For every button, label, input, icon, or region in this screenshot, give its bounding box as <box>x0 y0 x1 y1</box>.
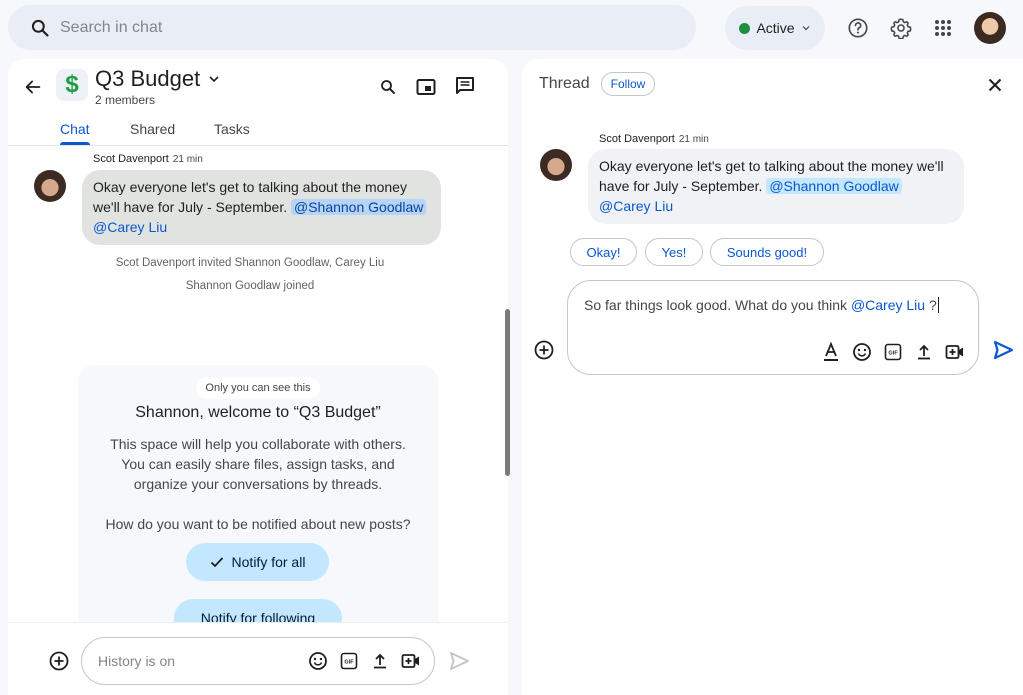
search-bar[interactable] <box>8 5 696 50</box>
thread-message-bubble[interactable]: Okay everyone let's get to talking about… <box>588 149 964 224</box>
picture-in-picture-icon[interactable] <box>414 75 438 99</box>
welcome-title: Shannon, welcome to “Q3 Budget” <box>135 404 381 421</box>
system-message-joined: Shannon Goodlaw joined <box>185 280 315 292</box>
reply-text: So far things look good. What do you thi… <box>584 297 848 313</box>
threads-icon[interactable] <box>453 74 477 98</box>
emoji-icon[interactable] <box>307 650 329 672</box>
message-list: Scot Davenport 21 min Okay everyone let's… <box>8 147 508 622</box>
message-header: Scot Davenport 21 min <box>599 133 709 145</box>
chat-scrollbar[interactable] <box>505 309 510 476</box>
upload-icon[interactable] <box>913 341 935 363</box>
welcome-body-line: You can easily share files, assign tasks… <box>121 456 395 472</box>
space-dollar-icon: $ <box>56 69 88 101</box>
message-header: Scot Davenport 21 min <box>93 153 203 165</box>
sender-avatar[interactable] <box>34 170 66 202</box>
sender-name: Scot Davenport <box>93 153 169 165</box>
emoji-icon[interactable] <box>851 341 873 363</box>
suggestion-chip[interactable]: Sounds good! <box>710 238 824 266</box>
chevron-down-icon <box>208 73 220 85</box>
message-text-line: Okay everyone let's get to talking about… <box>599 158 944 174</box>
upload-icon[interactable] <box>369 650 391 672</box>
svg-text:GIF: GIF <box>344 660 354 666</box>
sender-avatar[interactable] <box>540 149 572 181</box>
reply-suffix: ? <box>925 297 937 313</box>
gear-icon[interactable] <box>889 16 913 40</box>
reply-mention-carey[interactable]: @Carey Liu <box>851 297 925 313</box>
check-icon <box>210 556 224 568</box>
reply-input[interactable]: So far things look good. What do you thi… <box>584 297 939 313</box>
message-text: have for July - September. <box>599 178 763 194</box>
svg-text:GIF: GIF <box>888 351 898 357</box>
thread-panel: Thread Follow Scot Davenport 21 min Okay … <box>522 59 1023 695</box>
status-dropdown[interactable]: Active <box>725 6 825 50</box>
add-attachment-icon[interactable] <box>533 339 555 361</box>
gif-icon[interactable]: GIF <box>882 341 904 363</box>
back-arrow-icon[interactable] <box>22 76 44 98</box>
close-icon[interactable] <box>984 74 1006 96</box>
message-bubble[interactable]: Okay everyone let's get to talking about… <box>82 170 441 245</box>
member-count: 2 members <box>95 93 156 107</box>
account-avatar[interactable] <box>974 12 1006 44</box>
mention-shannon[interactable]: @Shannon Goodlaw <box>766 178 902 194</box>
add-attachment-icon[interactable] <box>48 650 70 672</box>
suggestion-chip[interactable]: Yes! <box>645 238 703 266</box>
welcome-body: This space will help you collaborate wit… <box>78 434 438 494</box>
mention-carey[interactable]: @Carey Liu <box>599 198 673 214</box>
thread-title: Thread <box>539 75 590 92</box>
search-input[interactable] <box>60 18 660 37</box>
message-text-line: have for July - September. @Shannon Good… <box>599 176 952 196</box>
mention-carey[interactable]: @Carey Liu <box>93 219 167 235</box>
composer-divider <box>8 622 508 623</box>
send-icon[interactable] <box>447 649 471 673</box>
add-video-meeting-icon[interactable] <box>944 341 966 363</box>
notify-all-button[interactable]: Notify for all <box>186 543 329 581</box>
space-title-dropdown[interactable]: Q3 Budget <box>95 66 220 92</box>
welcome-body-line: This space will help you collaborate wit… <box>110 436 406 452</box>
send-icon[interactable] <box>991 338 1015 362</box>
search-icon[interactable] <box>376 75 400 99</box>
status-label: Active <box>756 20 795 36</box>
tab-chat[interactable]: Chat <box>60 121 90 137</box>
system-message-invited: Scot Davenport invited Shannon Goodlaw, … <box>115 257 385 269</box>
notify-question: How do you want to be notified about new… <box>105 516 411 532</box>
notify-all-label: Notify for all <box>231 554 306 570</box>
apps-grid-icon[interactable] <box>931 16 955 40</box>
text-format-icon[interactable] <box>820 341 842 363</box>
tab-bar: Chat Shared Tasks <box>8 119 508 146</box>
suggestion-chip[interactable]: Okay! <box>570 238 637 266</box>
tab-tasks[interactable]: Tasks <box>214 121 250 137</box>
message-time: 21 min <box>678 134 709 145</box>
message-input[interactable] <box>98 653 298 669</box>
message-text-line: @Carey Liu <box>599 196 952 216</box>
welcome-card: Only you can see this Shannon, welcome t… <box>78 365 438 622</box>
space-title: Q3 Budget <box>95 66 201 91</box>
reply-toolbar: GIF <box>820 341 966 363</box>
chat-panel: $ Q3 Budget 2 members Chat Shared Tasks … <box>8 59 508 695</box>
welcome-body-line: organize your conversations by threads. <box>133 476 383 492</box>
dollar-glyph: $ <box>65 71 79 98</box>
search-icon[interactable] <box>30 18 50 38</box>
help-icon[interactable] <box>846 16 870 40</box>
notify-following-button[interactable]: Notify for following <box>174 599 342 622</box>
message-time: 21 min <box>172 154 203 165</box>
add-video-meeting-icon[interactable] <box>400 650 422 672</box>
message-composer[interactable]: GIF <box>81 637 435 685</box>
tab-shared[interactable]: Shared <box>130 121 175 137</box>
text-caret <box>937 297 939 313</box>
sender-name: Scot Davenport <box>599 133 675 145</box>
follow-button[interactable]: Follow <box>601 72 655 96</box>
visibility-badge: Only you can see this <box>196 377 320 399</box>
status-active-dot <box>739 22 751 34</box>
gif-icon[interactable]: GIF <box>338 650 360 672</box>
reply-composer[interactable]: So far things look good. What do you thi… <box>567 280 979 375</box>
active-tab-indicator <box>60 142 90 145</box>
chevron-down-icon <box>801 23 811 33</box>
mention-shannon[interactable]: @Shannon Goodlaw <box>290 199 427 215</box>
notify-following-label: Notify for following <box>200 610 316 622</box>
